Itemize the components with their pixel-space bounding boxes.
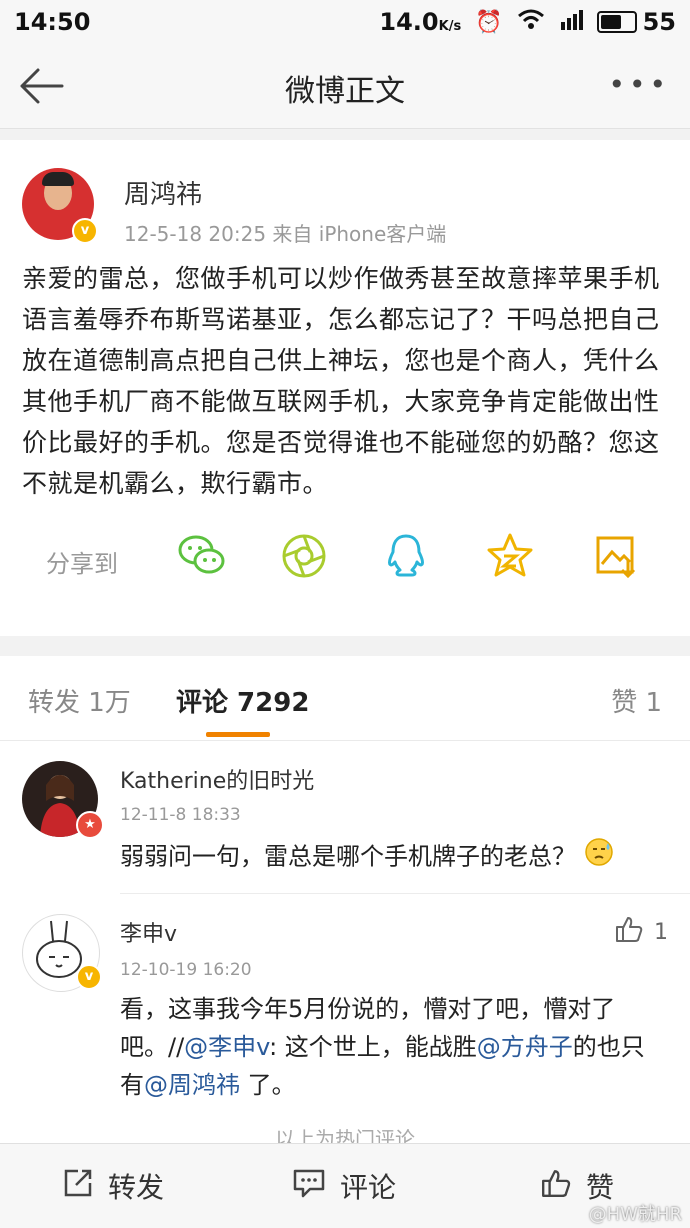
- repost-button[interactable]: 转发: [62, 1166, 164, 1206]
- author-name[interactable]: 周鸿祎: [124, 174, 202, 211]
- author-avatar[interactable]: v: [22, 168, 98, 244]
- active-tab-indicator: [206, 732, 270, 737]
- thumbs-up-icon: [614, 914, 644, 950]
- commenter-name[interactable]: Katherine的旧时光: [120, 763, 314, 795]
- comment-tabs: 转发 1万 评论 7292 赞 1: [0, 656, 690, 741]
- hot-comments-footer: 以上为热门评论: [275, 1127, 415, 1143]
- nav-bar: 微博正文 •••: [0, 44, 690, 129]
- network-speed: 14.0K/s: [379, 8, 462, 36]
- mention-link[interactable]: @方舟子: [477, 1033, 573, 1061]
- wifi-icon: [517, 8, 545, 36]
- like-count: 1: [654, 919, 668, 945]
- save-image-icon[interactable]: [590, 530, 642, 582]
- share-label: 分享到: [46, 550, 118, 578]
- thumbs-up-icon: [540, 1167, 572, 1206]
- bottom-action-bar: 转发 评论 赞: [0, 1143, 690, 1228]
- favorite-icon[interactable]: [484, 530, 536, 582]
- wechat-icon[interactable]: [176, 530, 228, 582]
- page-title: 微博正文: [285, 74, 405, 109]
- post-body: 亲爱的雷总，您做手机可以炒作做秀甚至故意摔苹果手机语言羞辱乔布斯骂诺基亚，怎么都…: [22, 264, 660, 498]
- comment-text: 弱弱问一句，雷总是哪个手机牌子的老总？: [120, 837, 650, 878]
- post-meta: 12-5-18 20:25 来自 iPhone客户端: [124, 222, 447, 246]
- comment-item: ★ Katherine的旧时光 12-11-8 18:33 弱弱问一句，雷总是哪…: [0, 741, 690, 893]
- battery-icon: 55: [596, 8, 676, 36]
- mention-link[interactable]: @周鸿祎: [144, 1071, 240, 1099]
- status-bar: 14:50 14.0K/s ⏰ 55: [0, 0, 690, 44]
- comment-list: ★ Katherine的旧时光 12-11-8 18:33 弱弱问一句，雷总是哪…: [0, 741, 690, 1143]
- status-time: 14:50: [14, 8, 91, 36]
- moments-icon[interactable]: [278, 530, 330, 582]
- share-bar: 分享到: [0, 530, 690, 590]
- comment-button[interactable]: 评论: [292, 1166, 396, 1206]
- tab-comment[interactable]: 评论 7292: [176, 682, 309, 719]
- more-options-icon[interactable]: •••: [608, 68, 670, 101]
- comment-like-button[interactable]: 1: [614, 914, 668, 950]
- signal-icon: [559, 8, 583, 36]
- post-card: v 周鸿祎 12-5-18 20:25 来自 iPhone客户端 亲爱的雷总，您…: [0, 140, 690, 636]
- commenter-name[interactable]: 李申v: [120, 916, 177, 948]
- comment-icon: [292, 1167, 326, 1206]
- verified-badge-icon: v: [72, 218, 98, 244]
- tab-repost[interactable]: 转发 1万: [28, 682, 131, 719]
- comment-time: 12-10-19 16:20: [120, 960, 252, 980]
- repost-icon: [62, 1167, 94, 1206]
- alarm-icon: ⏰: [475, 9, 503, 35]
- mention-link[interactable]: @李申v: [184, 1033, 269, 1061]
- comment-time: 12-11-8 18:33: [120, 805, 241, 825]
- sweat-emoji-icon: [584, 837, 614, 878]
- qq-icon[interactable]: [380, 530, 432, 582]
- comment-item: v 李申v 12-10-19 16:20 1 看，这事我今年5月份说的，懵对了吧…: [0, 894, 690, 1114]
- verified-badge-icon: v: [76, 964, 102, 990]
- comment-text: 看，这事我今年5月份说的，懵对了吧，懵对了吧。//@李申v: 这个世上，能战胜@…: [120, 995, 645, 1099]
- watermark: @HW就HR: [588, 1204, 682, 1225]
- tab-like[interactable]: 赞 1: [611, 682, 662, 719]
- member-badge-icon: ★: [76, 811, 104, 839]
